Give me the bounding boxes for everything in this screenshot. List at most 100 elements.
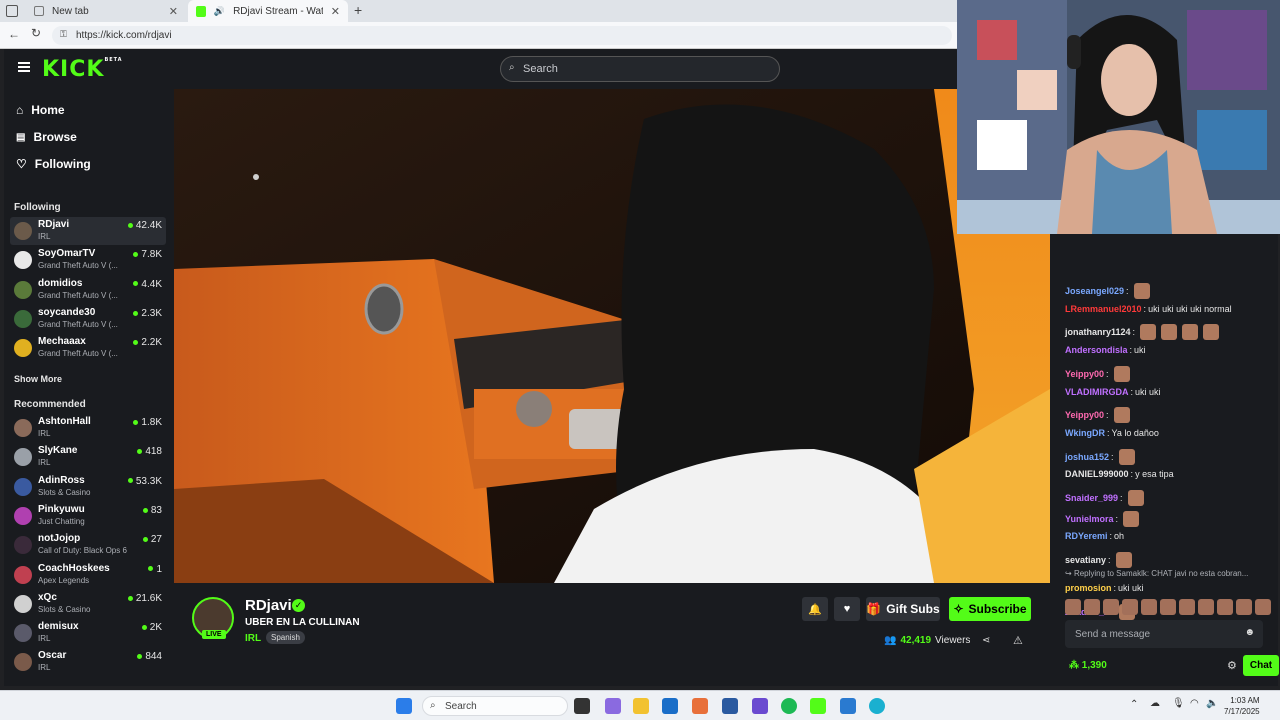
share-icon[interactable]: ⋖ — [982, 635, 990, 646]
chat-username[interactable]: Joseangel029 — [1065, 286, 1124, 296]
edge-icon[interactable] — [869, 698, 885, 714]
new-tab-icon[interactable]: + — [354, 2, 362, 18]
follow-button[interactable]: ♥ — [834, 597, 860, 621]
emote-icon[interactable] — [1179, 599, 1195, 615]
chat-send-button[interactable]: Chat — [1243, 655, 1279, 676]
close-icon[interactable]: ✕ — [331, 5, 340, 18]
store-icon[interactable] — [722, 698, 738, 714]
tab-actions-icon[interactable] — [6, 5, 18, 17]
chat-username[interactable]: jonathanry1124 — [1065, 327, 1131, 337]
notification-bell-button[interactable]: 🔔 — [802, 597, 828, 621]
language-tag[interactable]: Spanish — [266, 631, 305, 644]
kick-logo[interactable]: KICKBETA — [42, 57, 123, 82]
emote-icon[interactable] — [1084, 599, 1100, 615]
chat-username[interactable]: DANIEL999000 — [1065, 469, 1129, 479]
chat-username[interactable]: Snaider_999 — [1065, 493, 1118, 503]
show-more-link[interactable]: Show More — [14, 374, 62, 384]
channel-avatar — [14, 565, 32, 584]
tab-new-tab[interactable]: New tab ✕ — [26, 0, 186, 22]
sidebar-channel[interactable]: SoyOmarTV Grand Theft Auto V (... 7.8K — [10, 246, 166, 274]
emote-icon[interactable] — [1141, 599, 1157, 615]
system-clock[interactable]: 1:03 AM 7/17/2025 — [1224, 695, 1260, 717]
gift-subs-button[interactable]: 🎁 Gift Subs — [866, 597, 940, 621]
sidebar-channel[interactable]: AdinRoss Slots & Casino 53.3K — [10, 473, 166, 501]
url-field[interactable]: ⚿ https://kick.com/rdjavi — [52, 26, 952, 45]
app-icon[interactable] — [692, 698, 708, 714]
chat-username[interactable]: Andersondisla — [1065, 345, 1128, 355]
chat-username[interactable]: Yeippy00 — [1065, 410, 1104, 420]
refresh-icon[interactable]: ↻ — [31, 26, 41, 40]
sidebar-channel[interactable]: demisux IRL 2K — [10, 619, 166, 647]
sidebar-channel[interactable]: CoachHoskees Apex Legends 1 — [10, 561, 166, 589]
channel-category: IRL — [38, 429, 51, 438]
emote-icon[interactable] — [1198, 599, 1214, 615]
chat-username[interactable]: VLADIMIRGDA — [1065, 387, 1129, 397]
taskbar-search[interactable]: ⌕ Search — [422, 696, 568, 716]
report-icon[interactable]: ⚠ — [1013, 634, 1023, 647]
channel-viewers: 1 — [148, 564, 162, 575]
emote-icon[interactable] — [1236, 599, 1252, 615]
chat-username[interactable]: joshua152 — [1065, 452, 1109, 462]
chat-username[interactable]: Yeippy00 — [1065, 369, 1104, 379]
site-search-input[interactable]: ⌕ Search — [500, 56, 780, 82]
emote-icon[interactable] — [1217, 599, 1233, 615]
outlook-icon[interactable] — [662, 698, 678, 714]
video-player[interactable] — [174, 89, 1050, 583]
spotify-icon[interactable] — [781, 698, 797, 714]
sidebar-channel[interactable]: domidios Grand Theft Auto V (... 4.4K — [10, 276, 166, 304]
sidebar-channel[interactable]: xQc Slots & Casino 21.6K — [10, 590, 166, 618]
sidebar-channel[interactable]: Pinkyuwu Just Chatting 83 — [10, 502, 166, 530]
channel-viewers: 1.8K — [133, 417, 162, 428]
copilot-icon[interactable] — [605, 698, 621, 714]
channel-points[interactable]: ⁂ 1,390 — [1069, 660, 1107, 671]
close-icon[interactable]: ✕ — [169, 5, 178, 18]
chat-message-input[interactable]: Send a message ☻ — [1065, 620, 1263, 648]
emote-icon[interactable] — [1103, 599, 1119, 615]
emote-icon[interactable] — [1122, 599, 1138, 615]
sidebar-channel[interactable]: soycande30 Grand Theft Auto V (... 2.3K — [10, 305, 166, 333]
sidebar-channel[interactable]: AshtonHall IRL 1.8K — [10, 414, 166, 442]
sidebar-item-home[interactable]: ⌂ Home — [16, 99, 65, 121]
chat-username[interactable]: LRemmanuel2010 — [1065, 304, 1142, 314]
sidebar-item-following[interactable]: ♡ Following — [16, 153, 91, 175]
cloud-icon[interactable]: ☁ — [1150, 698, 1160, 709]
sidebar-channel[interactable]: Mechaaax Grand Theft Auto V (... 2.2K — [10, 334, 166, 362]
chat-username[interactable]: promosion — [1065, 583, 1112, 593]
chat-username[interactable]: RDYeremi — [1065, 531, 1108, 541]
speaker-icon[interactable]: 🔊 — [214, 6, 225, 17]
task-view-icon[interactable] — [574, 698, 590, 714]
sidebar-channel[interactable]: notJojop Call of Duty: Black Ops 6 27 — [10, 531, 166, 559]
tab-kick-stream[interactable]: 🔊 RDjavi Stream - Watch Live o ✕ — [188, 0, 348, 22]
discord-icon[interactable] — [752, 698, 768, 714]
subscribe-button[interactable]: ✧ Subscribe — [949, 597, 1031, 621]
gear-icon[interactable]: ⚙ — [1227, 659, 1237, 672]
sidebar-channel[interactable]: Oscar IRL 844 — [10, 648, 166, 676]
windows-taskbar: ⌕ Search ⌃ ☁ 🎙 ◠ 🔈 1:03 AM 7/17/2025 — [0, 690, 1280, 720]
chat-username[interactable]: Yunielmora — [1065, 514, 1114, 524]
points-icon: ⁂ — [1069, 660, 1079, 671]
channel-viewers: 844 — [137, 651, 162, 662]
sidebar-channel[interactable]: RDjavi IRL 42.4K — [10, 217, 166, 245]
chat-username[interactable]: WkingDR — [1065, 428, 1105, 438]
category-link[interactable]: IRL — [245, 633, 261, 644]
chat-username[interactable]: sevatiany — [1065, 555, 1106, 565]
kick-app-icon[interactable] — [810, 698, 826, 714]
emoji-icon[interactable]: ☻ — [1244, 627, 1255, 638]
streamer-name[interactable]: RDjavi — [245, 597, 292, 614]
sidebar-channel[interactable]: SlyKane IRL 418 — [10, 443, 166, 471]
menu-icon[interactable] — [18, 62, 30, 72]
wifi-icon[interactable]: ◠ — [1190, 698, 1199, 709]
emote-icon[interactable] — [1160, 599, 1176, 615]
windows-start-icon[interactable] — [396, 698, 412, 714]
emote-icon[interactable] — [1065, 599, 1081, 615]
sidebar-item-browse[interactable]: ▤ Browse — [16, 126, 77, 148]
site-info-icon[interactable]: ⚿ — [60, 29, 67, 40]
reply-text: Replying to Samaklk: CHAT javi no esta c… — [1073, 569, 1249, 578]
chevron-up-icon[interactable]: ⌃ — [1130, 699, 1138, 710]
photos-icon[interactable] — [840, 698, 856, 714]
file-explorer-icon[interactable] — [633, 698, 649, 714]
back-icon[interactable]: ← — [8, 27, 20, 41]
volume-icon[interactable]: 🔈 — [1206, 698, 1218, 709]
microphone-icon[interactable]: 🎙 — [1172, 698, 1185, 709]
emote-icon[interactable] — [1255, 599, 1271, 615]
